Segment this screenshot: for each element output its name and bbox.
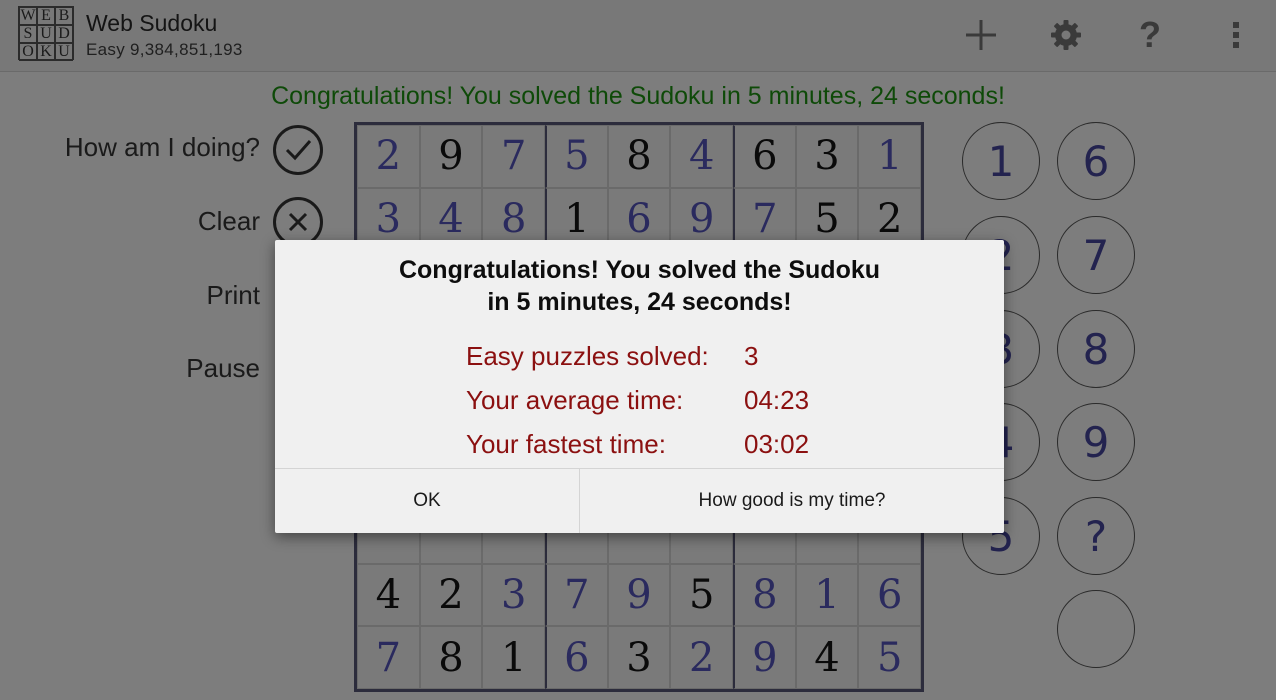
clear-label[interactable]: Clear xyxy=(198,206,260,237)
solved-dialog: Congratulations! You solved the Sudoku i… xyxy=(275,240,1004,533)
checkmark-icon xyxy=(285,140,312,161)
how-am-i-doing-label[interactable]: How am I doing? xyxy=(65,132,260,163)
sudoku-cell[interactable]: 8 xyxy=(607,125,671,188)
number-pad-button[interactable]: 1 xyxy=(962,122,1040,200)
number-pad-button[interactable]: ? xyxy=(1057,497,1135,575)
puzzle-level-and-id: Easy 9,384,851,193 xyxy=(86,40,243,59)
stat-value-puzzles-solved: 3 xyxy=(744,341,759,371)
pause-button[interactable]: Pause xyxy=(186,353,260,384)
sudoku-cell[interactable]: 4 xyxy=(670,125,733,188)
number-pad-button[interactable]: 7 xyxy=(1057,216,1135,294)
dialog-button-bar: OK How good is my time? xyxy=(275,468,1004,533)
number-pad-button[interactable]: 9 xyxy=(1057,403,1135,481)
dialog-title-line1: Congratulations! You solved the Sudoku xyxy=(398,256,881,284)
sudoku-cell[interactable]: 4 xyxy=(357,563,420,627)
number-pad-button[interactable]: 8 xyxy=(1057,310,1135,388)
action-bar: W E B S U D O K U Web Sudoku Easy 9,384,… xyxy=(0,0,1276,72)
sudoku-cell[interactable]: 7 xyxy=(482,125,545,188)
logo-letter: U xyxy=(55,43,73,61)
web-sudoku-logo: W E B S U D O K U xyxy=(18,6,74,61)
sudoku-cell[interactable]: 8 xyxy=(733,563,796,627)
sudoku-cell[interactable]: 2 xyxy=(670,626,733,689)
stat-label-puzzles-solved: Easy puzzles solved: xyxy=(466,341,709,371)
gear-icon xyxy=(1051,20,1081,50)
sudoku-cell[interactable]: 2 xyxy=(419,563,483,627)
sudoku-cell[interactable]: 3 xyxy=(607,626,671,689)
add-icon xyxy=(966,20,996,50)
help-button[interactable]: ? xyxy=(1124,10,1176,60)
sudoku-cell[interactable]: 9 xyxy=(733,626,796,689)
sudoku-cell[interactable]: 7 xyxy=(357,626,420,689)
print-button[interactable]: Print xyxy=(207,280,260,311)
logo-letter: K xyxy=(37,43,55,61)
close-icon xyxy=(288,212,308,232)
overflow-menu-button[interactable] xyxy=(1210,10,1262,60)
sudoku-cell[interactable]: 5 xyxy=(858,626,921,689)
sudoku-cell[interactable]: 6 xyxy=(858,563,921,627)
stat-value-fastest-time: 03:02 xyxy=(744,429,810,459)
solved-banner: Congratulations! You solved the Sudoku i… xyxy=(271,82,1005,110)
logo-letter: W xyxy=(19,7,37,25)
sudoku-cell[interactable]: 8 xyxy=(419,626,483,689)
sudoku-cell[interactable]: 9 xyxy=(607,563,671,627)
ok-button[interactable]: OK xyxy=(275,469,580,533)
number-pad-button[interactable]: 6 xyxy=(1057,122,1135,200)
stat-label-average-time: Your average time: xyxy=(466,385,684,415)
sudoku-cell[interactable]: 2 xyxy=(357,125,420,188)
app-title: Web Sudoku xyxy=(86,10,218,36)
sudoku-cell[interactable]: 3 xyxy=(795,125,859,188)
sudoku-cell[interactable]: 5 xyxy=(545,125,608,188)
logo-letter: S xyxy=(19,25,37,43)
sudoku-cell[interactable]: 5 xyxy=(670,563,733,627)
dialog-title: Congratulations! You solved the Sudoku i… xyxy=(275,254,1004,318)
logo-letter: D xyxy=(55,25,73,43)
stat-label-fastest-time: Your fastest time: xyxy=(466,429,666,459)
how-good-is-my-time-button[interactable]: How good is my time? xyxy=(580,469,1004,533)
how-am-i-doing-button[interactable] xyxy=(273,125,323,175)
sudoku-cell[interactable]: 1 xyxy=(858,125,921,188)
sudoku-cell[interactable]: 3 xyxy=(482,563,545,627)
overflow-menu-icon xyxy=(1233,22,1239,48)
sudoku-cell[interactable]: 1 xyxy=(482,626,545,689)
stat-value-average-time: 04:23 xyxy=(744,385,810,415)
sudoku-cell[interactable]: 6 xyxy=(545,626,608,689)
sudoku-cell[interactable]: 4 xyxy=(795,626,859,689)
settings-button[interactable] xyxy=(1040,10,1092,60)
logo-letter: E xyxy=(37,7,55,25)
sudoku-cell[interactable]: 9 xyxy=(419,125,483,188)
logo-letter: O xyxy=(19,43,37,61)
help-icon: ? xyxy=(1139,14,1161,55)
dialog-title-line2: in 5 minutes, 24 seconds! xyxy=(487,288,792,316)
sudoku-cell[interactable]: 1 xyxy=(795,563,859,627)
sudoku-cell[interactable]: 6 xyxy=(733,125,796,188)
logo-letter: U xyxy=(37,25,55,43)
number-pad-button[interactable] xyxy=(1057,590,1135,668)
new-puzzle-button[interactable] xyxy=(955,10,1007,60)
sudoku-cell[interactable]: 7 xyxy=(545,563,608,627)
logo-letter: B xyxy=(55,7,73,25)
